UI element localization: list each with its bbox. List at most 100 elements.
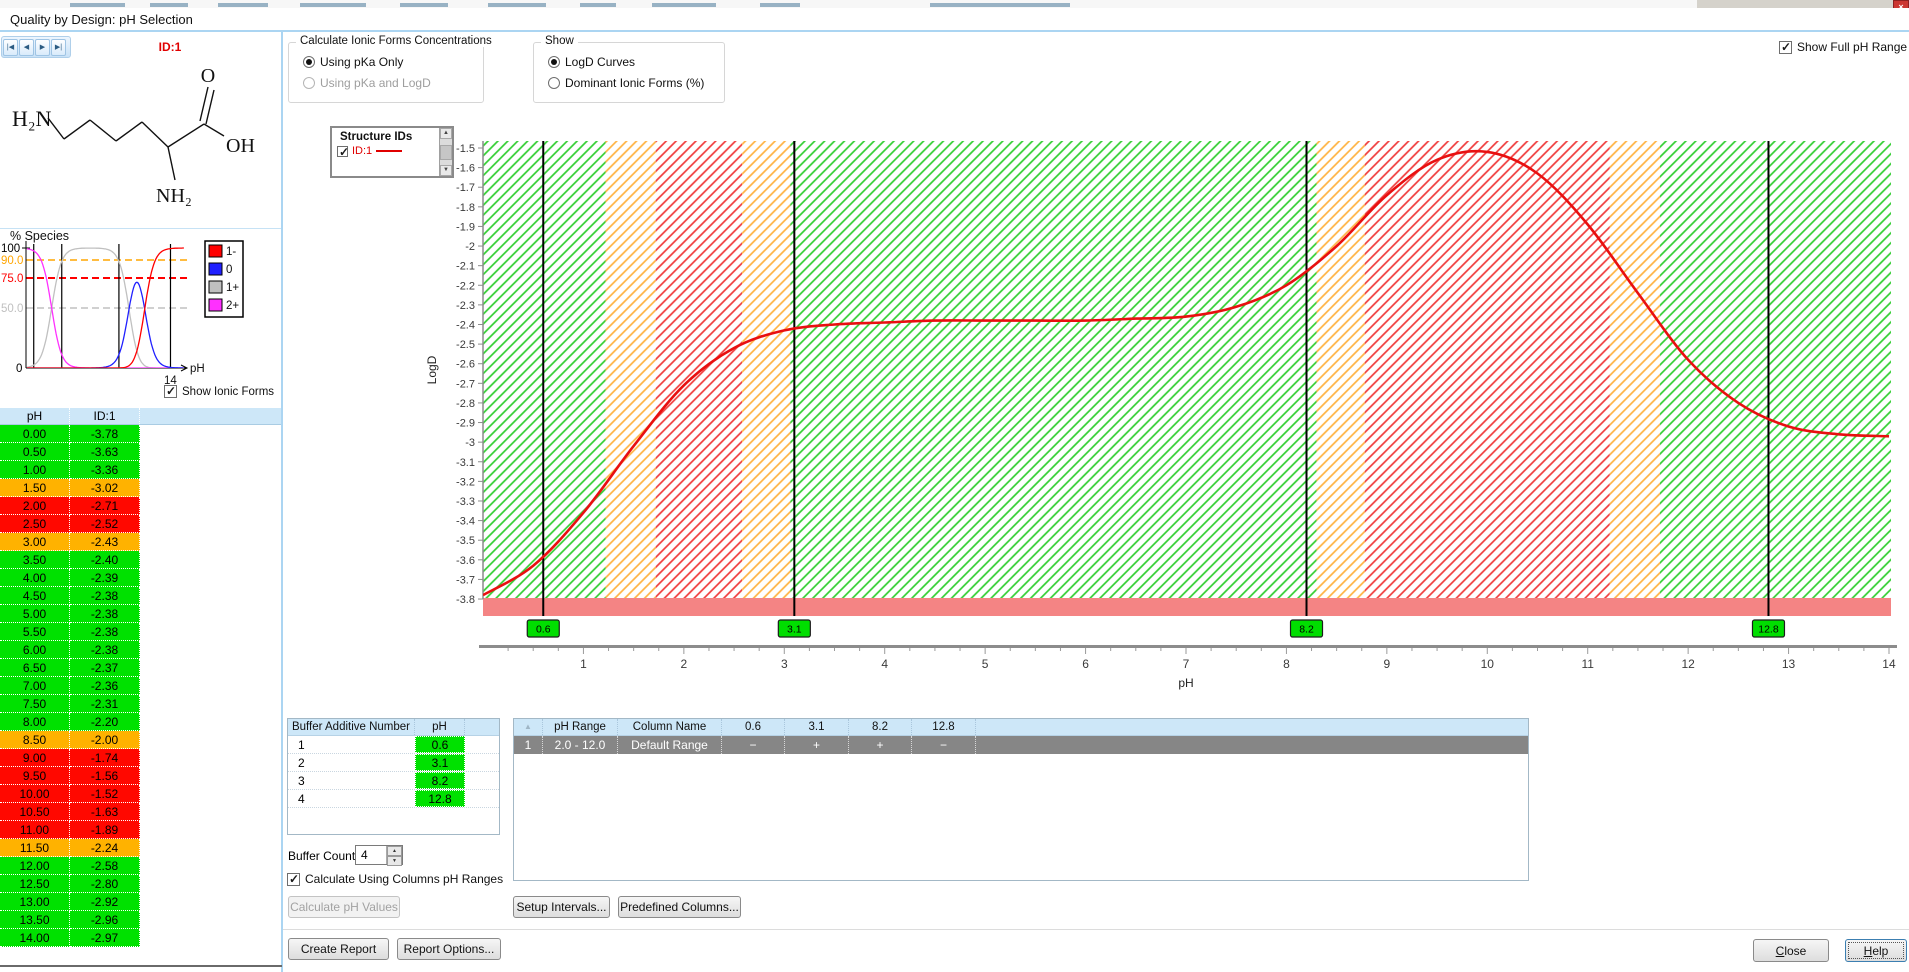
ph-table-cell[interactable]: 8.50 [0, 731, 70, 749]
ph-table-cell[interactable]: -2.38 [70, 605, 140, 623]
ph-range-header[interactable]: pH Range [543, 719, 618, 735]
calc-using-columns-checkbox[interactable] [287, 873, 300, 886]
ph-table-cell[interactable]: 2.50 [0, 515, 70, 533]
ph-table-row[interactable]: 14.00-2.97 [0, 929, 281, 947]
buffer-ph-cell[interactable]: 0.6 [415, 736, 465, 753]
ph-table-cell[interactable]: -2.43 [70, 533, 140, 551]
show-full-ph-range-checkbox[interactable] [1779, 41, 1792, 54]
range-table-row-selected[interactable]: 1 2.0 - 12.0 Default Range − + + − [514, 736, 1528, 754]
ph-table-cell[interactable]: -2.97 [70, 929, 140, 947]
sort-icon[interactable]: ▲ [514, 719, 543, 735]
ph-table-row[interactable]: 13.00-2.92 [0, 893, 281, 911]
ph-table-cell[interactable]: 13.50 [0, 911, 70, 929]
ph-table-cell[interactable]: -2.40 [70, 551, 140, 569]
buffer-table-row[interactable]: 10.6 [288, 736, 499, 754]
ph-table-row[interactable]: 8.00-2.20 [0, 713, 281, 731]
buffer-ph-marker[interactable]: 0.6 [527, 620, 559, 637]
ph-table-cell[interactable]: 4.00 [0, 569, 70, 587]
ph-table-row[interactable]: 4.00-2.39 [0, 569, 281, 587]
buffer-ph-marker[interactable]: 8.2 [1291, 620, 1323, 637]
ph-table-cell[interactable]: 0.50 [0, 443, 70, 461]
ph-table-row[interactable]: 10.50-1.63 [0, 803, 281, 821]
ph-table-cell[interactable]: -1.74 [70, 749, 140, 767]
ph-table-cell[interactable]: 11.00 [0, 821, 70, 839]
ph-table-cell[interactable]: -2.58 [70, 857, 140, 875]
ph-table-cell[interactable]: -2.96 [70, 911, 140, 929]
ph-table-cell[interactable]: 8.00 [0, 713, 70, 731]
ph-table-cell[interactable]: 6.50 [0, 659, 70, 677]
stepper-down-icon[interactable]: ▼ [387, 856, 402, 866]
predefined-columns-button[interactable]: Predefined Columns... [618, 896, 741, 918]
buffer-table-row[interactable]: 38.2 [288, 772, 499, 790]
ph-table-cell[interactable]: 7.00 [0, 677, 70, 695]
ph-table-row[interactable]: 9.50-1.56 [0, 767, 281, 785]
buffer-ph-marker[interactable]: 12.8 [1752, 620, 1784, 637]
buffer-col-header-3[interactable]: 8.2 [849, 719, 912, 735]
ph-table-row[interactable]: 1.50-3.02 [0, 479, 281, 497]
create-report-button[interactable]: Create Report [288, 938, 389, 960]
ph-table-cell[interactable]: -1.56 [70, 767, 140, 785]
ph-table-cell[interactable]: -2.31 [70, 695, 140, 713]
ph-table-cell[interactable]: 10.00 [0, 785, 70, 803]
ph-table-cell[interactable]: 12.50 [0, 875, 70, 893]
buffer-ph-cell[interactable]: 8.2 [415, 772, 465, 789]
ph-table-row[interactable]: 10.00-1.52 [0, 785, 281, 803]
close-button[interactable]: Close [1753, 939, 1829, 962]
id1-column-header[interactable]: ID:1 [70, 408, 140, 424]
ph-table-cell[interactable]: 10.50 [0, 803, 70, 821]
ph-table-cell[interactable]: -3.63 [70, 443, 140, 461]
buffer-number-cell[interactable]: 4 [288, 790, 415, 807]
ph-table-row[interactable]: 0.00-3.78 [0, 425, 281, 443]
buffer-col-header-4[interactable]: 12.8 [912, 719, 976, 735]
ph-table-cell[interactable]: -2.38 [70, 641, 140, 659]
ph-table-cell[interactable]: 7.50 [0, 695, 70, 713]
ph-table-cell[interactable]: -3.36 [70, 461, 140, 479]
ph-table-cell[interactable]: -3.78 [70, 425, 140, 443]
ph-table-row[interactable]: 7.50-2.31 [0, 695, 281, 713]
ph-table-row[interactable]: 6.00-2.38 [0, 641, 281, 659]
ph-table-cell[interactable]: -2.36 [70, 677, 140, 695]
show-ionic-forms-checkbox[interactable] [164, 385, 177, 398]
ph-table-row[interactable]: 12.50-2.80 [0, 875, 281, 893]
buffer-ph-marker[interactable]: 3.1 [778, 620, 810, 637]
buffer-number-header[interactable]: Buffer Additive Number [288, 719, 415, 735]
ph-table-row[interactable]: 1.00-3.36 [0, 461, 281, 479]
ph-table-cell[interactable]: 12.00 [0, 857, 70, 875]
ph-table-cell[interactable]: 4.50 [0, 587, 70, 605]
ph-table-row[interactable]: 4.50-2.38 [0, 587, 281, 605]
ph-table-cell[interactable]: -2.20 [70, 713, 140, 731]
ph-table-row[interactable]: 6.50-2.37 [0, 659, 281, 677]
ph-table-row[interactable]: 11.00-1.89 [0, 821, 281, 839]
ph-table-row[interactable]: 13.50-2.96 [0, 911, 281, 929]
ph-table-row[interactable]: 7.00-2.36 [0, 677, 281, 695]
using-pka-only-radio[interactable] [303, 56, 315, 68]
ph-table-cell[interactable]: 1.00 [0, 461, 70, 479]
ph-table-cell[interactable]: 6.00 [0, 641, 70, 659]
ph-table-cell[interactable]: -2.71 [70, 497, 140, 515]
ph-table-row[interactable]: 12.00-2.58 [0, 857, 281, 875]
ph-table-cell[interactable]: 9.50 [0, 767, 70, 785]
buffer-count-value[interactable]: 4 [356, 846, 386, 864]
ph-table-cell[interactable]: -2.92 [70, 893, 140, 911]
ph-table-cell[interactable]: 5.00 [0, 605, 70, 623]
ph-table-cell[interactable]: -3.02 [70, 479, 140, 497]
ph-table-cell[interactable]: -2.80 [70, 875, 140, 893]
buffer-col-header-2[interactable]: 3.1 [785, 719, 849, 735]
ph-table-cell[interactable]: -2.52 [70, 515, 140, 533]
structure-id-checkbox[interactable] [337, 146, 348, 157]
stepper-up-icon[interactable]: ▲ [387, 846, 402, 856]
ph-table-row[interactable]: 3.50-2.40 [0, 551, 281, 569]
ph-table-cell[interactable]: 5.50 [0, 623, 70, 641]
ph-table-row[interactable]: 11.50-2.24 [0, 839, 281, 857]
ph-table-row[interactable]: 5.00-2.38 [0, 605, 281, 623]
ph-column-header[interactable]: pH [0, 408, 70, 424]
buffer-ph-cell[interactable]: 3.1 [415, 754, 465, 771]
ph-table-cell[interactable]: 2.00 [0, 497, 70, 515]
ph-table-cell[interactable]: -2.39 [70, 569, 140, 587]
buffer-number-cell[interactable]: 2 [288, 754, 415, 771]
ph-table-cell[interactable]: 1.50 [0, 479, 70, 497]
ph-table-cell[interactable]: -2.24 [70, 839, 140, 857]
buffer-ph-cell[interactable]: 12.8 [415, 790, 465, 807]
ph-table-row[interactable]: 9.00-1.74 [0, 749, 281, 767]
buffer-ph-header[interactable]: pH [415, 719, 465, 735]
